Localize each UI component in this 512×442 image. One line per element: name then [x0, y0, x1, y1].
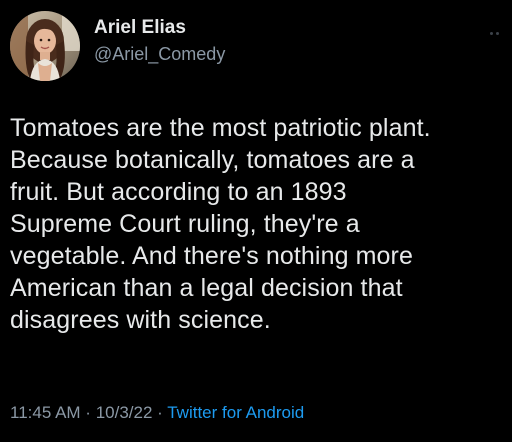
tweet-meta: 11:45 AM · 10/3/22 · Twitter for Android [10, 402, 304, 424]
avatar[interactable] [10, 11, 80, 81]
tweet-text: Tomatoes are the most patriotic plant. B… [10, 112, 510, 336]
tweet-source-link[interactable]: Twitter for Android [167, 403, 304, 422]
tweet-text-line: disagrees with science. [10, 306, 271, 334]
tweet-date[interactable]: 10/3/22 [96, 403, 153, 422]
meta-separator: · [80, 403, 96, 422]
user-handle[interactable]: @Ariel_Comedy [94, 42, 225, 66]
avatar-image [10, 11, 80, 81]
more-options-icon[interactable] [490, 30, 504, 36]
tweet-header: Ariel Elias @Ariel_Comedy [10, 8, 225, 84]
author-names: Ariel Elias @Ariel_Comedy [94, 16, 225, 66]
meta-separator: · [152, 403, 168, 422]
tweet-time[interactable]: 11:45 AM [10, 403, 81, 422]
tweet-text-line: vegetable. And there's nothing more [10, 242, 413, 270]
tweet-text-line: Tomatoes are the most patriotic plant. [10, 114, 431, 142]
tweet-text-line: Supreme Court ruling, they're a [10, 210, 360, 238]
tweet-text-line: American than a legal decision that [10, 274, 403, 302]
display-name[interactable]: Ariel Elias [94, 16, 225, 40]
tweet-card: Ariel Elias @Ariel_Comedy Tomatoes are t… [0, 0, 512, 442]
tweet-text-line: fruit. But according to an 1893 [10, 178, 347, 206]
tweet-text-line: Because botanically, tomatoes are a [10, 146, 415, 174]
